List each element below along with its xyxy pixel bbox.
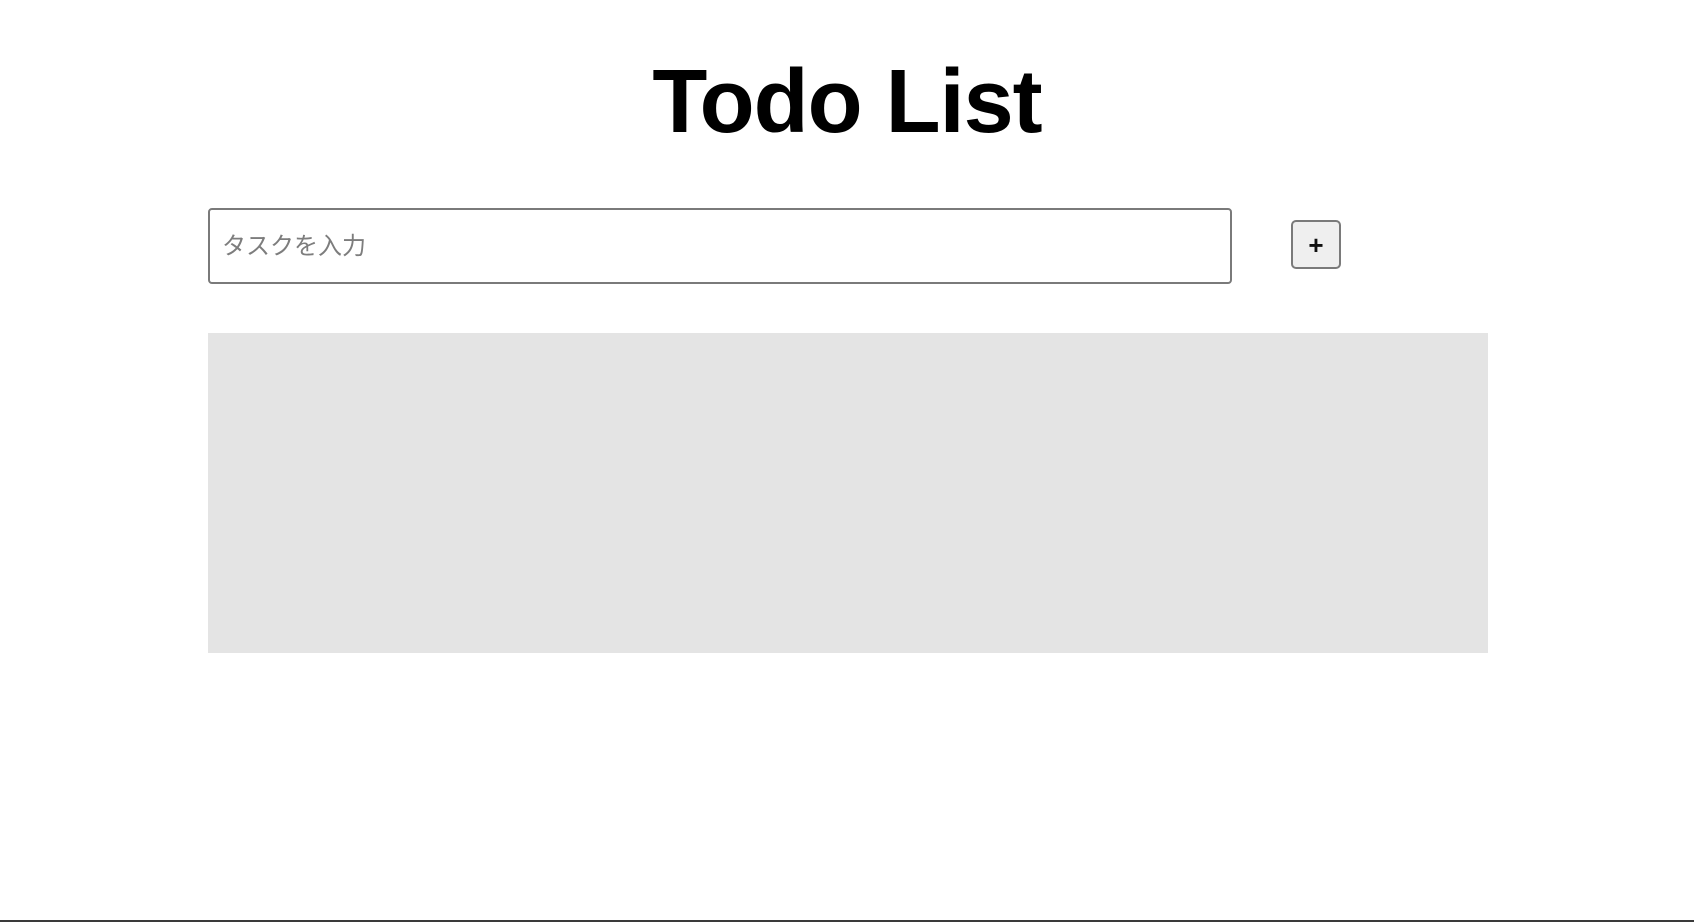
page-title: Todo List bbox=[652, 52, 1042, 152]
task-list bbox=[208, 333, 1488, 653]
todo-page: Todo List + bbox=[0, 0, 1694, 920]
task-input[interactable] bbox=[208, 208, 1232, 284]
add-task-button[interactable]: + bbox=[1291, 220, 1341, 269]
